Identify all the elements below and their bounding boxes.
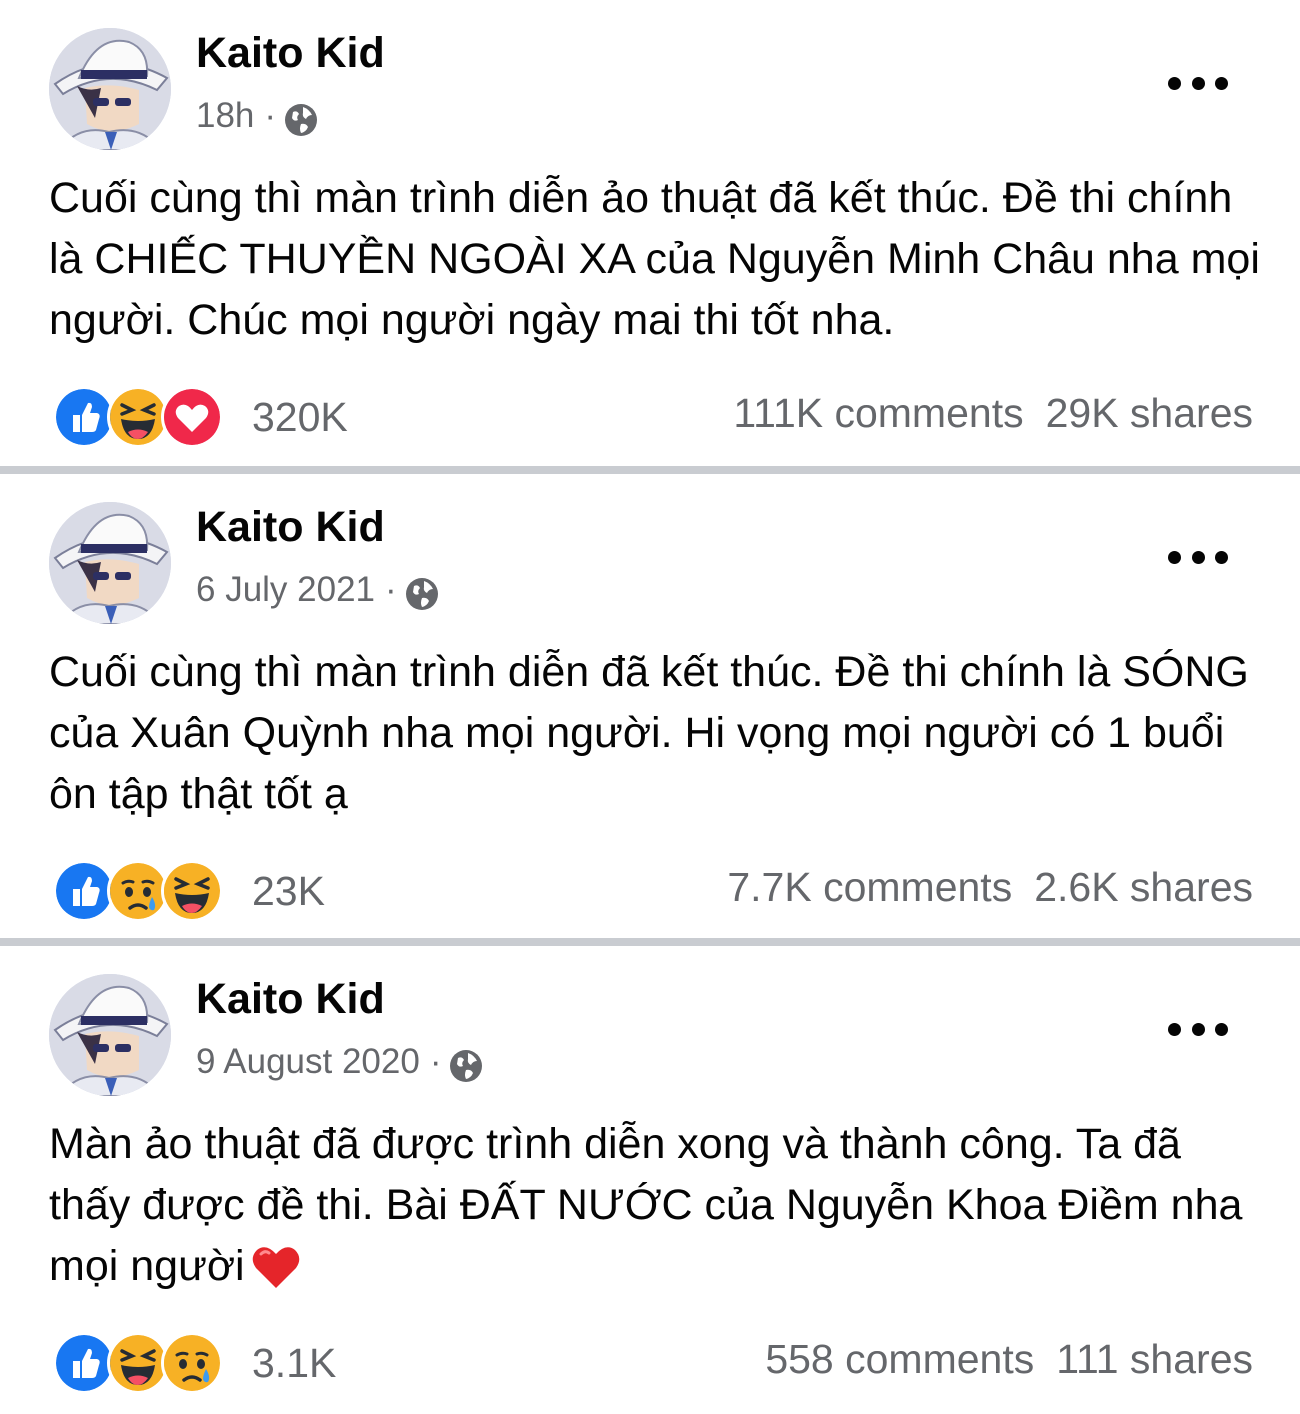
reactions-summary[interactable]: 3.1K xyxy=(53,1332,336,1394)
post-text: Cuối cùng thì màn trình diễn đã kết thúc… xyxy=(49,648,1249,818)
post-card: Kaito Kid 9 August 2020 · Màn ảo thuật đ… xyxy=(0,946,1300,1414)
post-stats: 558 comments 111 shares xyxy=(765,1334,1253,1384)
shares-count[interactable]: 111 shares xyxy=(1056,1334,1253,1384)
comments-count[interactable]: 7.7K comments xyxy=(727,862,1012,912)
like-reaction-icon xyxy=(53,1332,115,1394)
reaction-count[interactable]: 23K xyxy=(252,866,325,916)
post-card: Kaito Kid 6 July 2021 · Cuối cùng thì mà… xyxy=(0,474,1300,938)
reaction-icons xyxy=(53,860,223,922)
shares-count[interactable]: 29K shares xyxy=(1046,388,1253,438)
more-options-button[interactable] xyxy=(1168,1014,1228,1044)
reactions-summary[interactable]: 320K xyxy=(53,386,348,448)
shares-count[interactable]: 2.6K shares xyxy=(1034,862,1253,912)
post-meta: 6 July 2021 · xyxy=(196,566,439,614)
reaction-count[interactable]: 320K xyxy=(252,392,348,442)
haha-reaction-icon xyxy=(161,860,223,922)
post-timestamp[interactable]: 6 July 2021 xyxy=(196,566,375,614)
post-divider xyxy=(0,466,1300,474)
avatar[interactable] xyxy=(49,502,171,624)
globe-icon xyxy=(405,576,439,610)
reaction-icons xyxy=(53,386,223,448)
avatar-image xyxy=(49,502,171,624)
haha-reaction-icon xyxy=(107,386,169,448)
sad-reaction-icon xyxy=(107,860,169,922)
post-timestamp[interactable]: 9 August 2020 xyxy=(196,1038,420,1086)
post-meta: 9 August 2020 · xyxy=(196,1038,483,1086)
comments-count[interactable]: 558 comments xyxy=(765,1334,1034,1384)
post-stats: 111K comments 29K shares xyxy=(733,388,1253,438)
post-card: Kaito Kid 18h · Cuối cùng thì màn trình … xyxy=(0,0,1300,466)
news-feed: Kaito Kid 18h · Cuối cùng thì màn trình … xyxy=(0,0,1300,1414)
reactions-summary[interactable]: 23K xyxy=(53,860,325,922)
meta-separator: · xyxy=(264,96,277,135)
reaction-count[interactable]: 3.1K xyxy=(252,1338,336,1388)
reaction-icons xyxy=(53,1332,223,1394)
meta-separator: · xyxy=(429,1042,442,1081)
more-options-button[interactable] xyxy=(1168,68,1228,98)
haha-reaction-icon xyxy=(107,1332,169,1394)
globe-icon xyxy=(449,1048,483,1082)
post-text-body: Màn ảo thuật đã được trình diễn xong và … xyxy=(49,1120,1243,1290)
avatar[interactable] xyxy=(49,974,171,1096)
love-reaction-icon xyxy=(161,386,223,448)
post-stats: 7.7K comments 2.6K shares xyxy=(727,862,1253,912)
author-name[interactable]: Kaito Kid xyxy=(196,974,385,1024)
avatar-image xyxy=(49,974,171,1096)
post-divider xyxy=(0,938,1300,946)
like-reaction-icon xyxy=(53,386,115,448)
post-text: Màn ảo thuật đã được trình diễn xong và … xyxy=(49,1114,1260,1297)
meta-separator: · xyxy=(385,570,397,609)
red-heart-emoji-icon xyxy=(251,1244,301,1290)
avatar-image xyxy=(49,28,171,150)
author-name[interactable]: Kaito Kid xyxy=(196,28,385,78)
author-name[interactable]: Kaito Kid xyxy=(196,502,385,552)
avatar[interactable] xyxy=(49,28,171,150)
post-text: Cuối cùng thì màn trình diễn ảo thuật đã… xyxy=(49,174,1260,344)
post-timestamp[interactable]: 18h xyxy=(196,92,254,140)
post-meta: 18h · xyxy=(196,92,318,140)
more-options-button[interactable] xyxy=(1168,542,1228,572)
comments-count[interactable]: 111K comments xyxy=(733,388,1023,438)
sad-reaction-icon xyxy=(161,1332,223,1394)
like-reaction-icon xyxy=(53,860,115,922)
globe-icon xyxy=(284,102,318,136)
